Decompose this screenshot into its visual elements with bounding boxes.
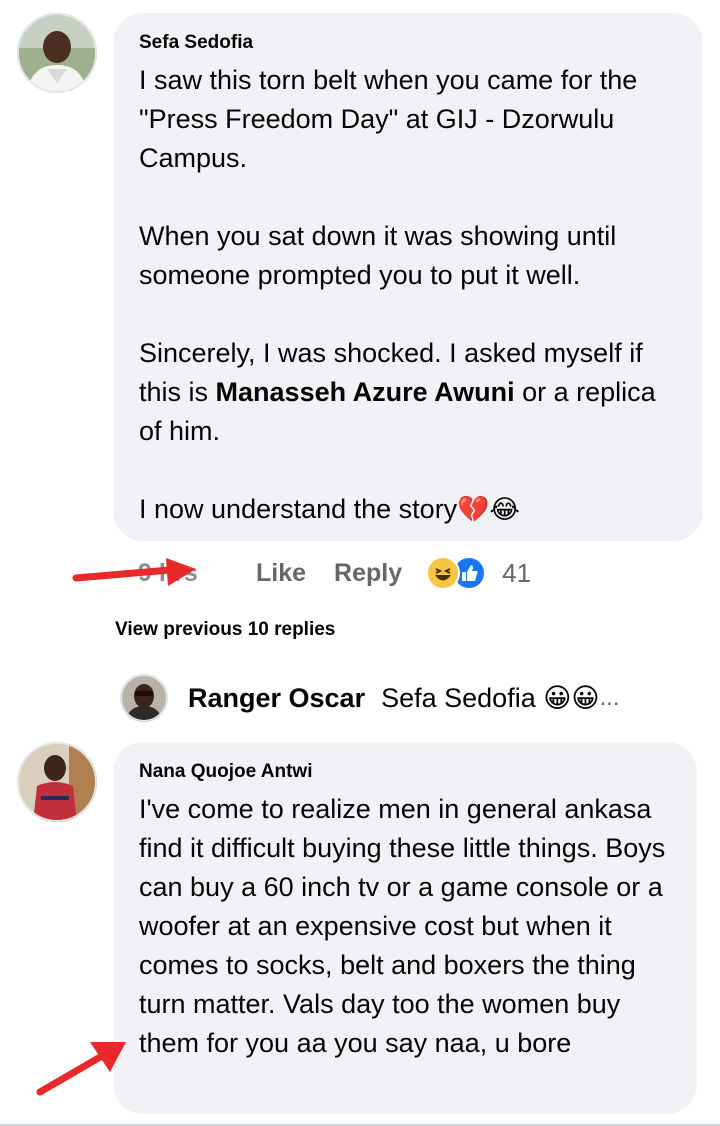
comment-text-segment: I now understand the story [139, 494, 458, 524]
annotation-arrow [36, 1042, 126, 1096]
reply-ellipsis: ... [599, 684, 620, 711]
comment-text: I've come to realize men in general anka… [139, 794, 666, 1058]
comment-paragraph: When you sat down it was showing until s… [139, 221, 617, 290]
reply-preview[interactable]: Ranger Oscar Sefa Sedofia 😀😀 ... [120, 670, 620, 726]
comment-paragraph: Sincerely, I was shocked. I asked myself… [139, 334, 677, 451]
reply-snippet: Sefa Sedofia 😀😀 [381, 682, 600, 713]
reaction-summary[interactable]: 41 [426, 556, 531, 590]
comment-text: I saw this torn belt when you came for t… [139, 61, 677, 530]
comment-paragraph: I now understand the story💔😂 [139, 490, 677, 530]
mentioned-name[interactable]: Manasseh Azure Awuni [216, 377, 515, 407]
avatar-sefa-sedofia[interactable] [17, 13, 97, 93]
reply-author[interactable]: Ranger Oscar [188, 683, 365, 714]
like-button[interactable]: Like [256, 559, 306, 588]
comment-author[interactable]: Sefa Sedofia [139, 31, 677, 55]
comment-bubble-sefa-sedofia: Sefa Sedofia I saw this torn belt when y… [113, 13, 703, 541]
annotation-arrow [72, 558, 196, 586]
avatar-nana-quojoe-antwi[interactable] [17, 742, 97, 822]
avatar-ranger-oscar[interactable] [120, 674, 168, 722]
comment-paragraph: I saw this torn belt when you came for t… [139, 65, 638, 173]
comment-bubble-nana-quojoe-antwi: Nana Quojoe Antwi I've come to realize m… [113, 742, 697, 1114]
emoji-broken-heart-laughing: 💔😂 [457, 495, 520, 525]
reaction-count: 41 [502, 557, 532, 588]
reply-button[interactable]: Reply [334, 559, 402, 588]
view-previous-replies-link[interactable]: View previous 10 replies [115, 619, 335, 641]
haha-reaction-icon [426, 556, 461, 590]
comment-author[interactable]: Nana Quojoe Antwi [139, 760, 671, 784]
